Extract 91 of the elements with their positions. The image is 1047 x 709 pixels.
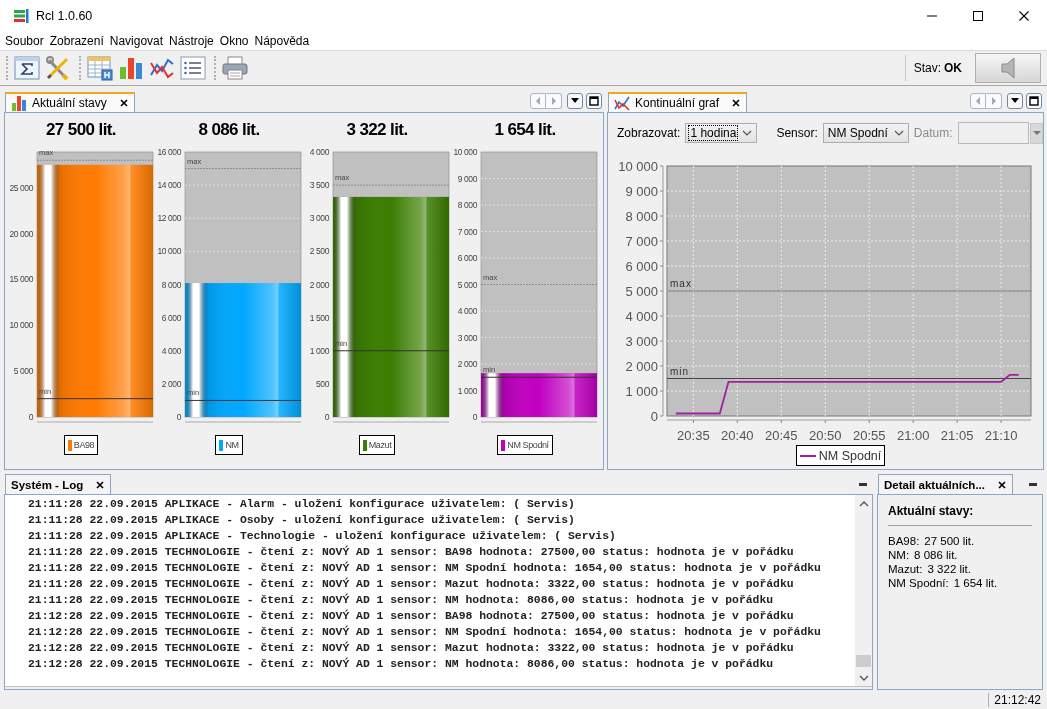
- log-line: 21:11:28 22.09.2015 APLIKACE - Technologie - uložení konfigurace uživatelem: ( Servis): [28, 529, 617, 544]
- log-line: 21:11:28 22.09.2015 TECHNOLOGIE - čtení z: NOVÝ AD 1 sensor: Mazut hodnota: 3322,00 status: hodnota je v pořádku: [28, 576, 795, 592]
- axis-label: 20 000: [9, 228, 33, 239]
- detail-label: NM:: [888, 548, 910, 562]
- axis-label: 10 000: [9, 320, 33, 331]
- chart-title: 3 322 lit.: [346, 119, 408, 141]
- axis-label: 3 000: [309, 213, 329, 224]
- axis-label: 0: [650, 409, 658, 424]
- axis-label: 1 000: [309, 345, 329, 356]
- axis-label: 7 000: [625, 234, 658, 249]
- log-line: 21:12:28 22.09.2015 TECHNOLOGIE - čtení z: NOVÝ AD 1 sensor: NM hodnota: 8086,00 status: hodnota je v pořádku: [28, 656, 775, 672]
- axis-label: 14 000: [157, 180, 181, 191]
- axis-label: 21:10: [984, 428, 1018, 443]
- chart-title: 1 654 lit.: [494, 119, 556, 141]
- detail-value: 27 500 lit.: [924, 534, 975, 548]
- axis-label: 3 000: [457, 332, 477, 343]
- axis-label: 20:40: [721, 428, 754, 443]
- window-title: Rcl 1.0.60: [36, 8, 94, 23]
- axis-label: 3 000: [625, 334, 658, 349]
- log-line: 21:11:28 22.09.2015 APLIKACE - Osoby - uložení konfigurace uživatelem: ( Servis): [28, 513, 576, 528]
- detail-label: BA98:: [888, 534, 920, 548]
- detail-value: 1 654 lit.: [953, 576, 998, 590]
- field-label: Zobrazovat:: [617, 126, 681, 140]
- axis-label: 0: [472, 412, 477, 422]
- section-heading: Aktuální stavy:: [888, 504, 975, 520]
- chart-title: 8 086 lit.: [198, 119, 260, 141]
- threshold-label: min: [670, 365, 690, 377]
- axis-label: 10 000: [453, 147, 477, 157]
- log-line: 21:12:28 22.09.2015 TECHNOLOGIE - čtení z: NOVÝ AD 1 sensor: Mazut hodnota: 3322,00 status: hodnota je v pořádku: [28, 640, 795, 656]
- status-text: Stav: OK: [904, 55, 970, 81]
- axis-label: 8 000: [457, 200, 477, 210]
- axis-label: 2 500: [309, 246, 329, 257]
- axis-label: 4 000: [457, 306, 477, 316]
- axis-label: 25 000: [9, 182, 33, 193]
- axis-label: 500: [316, 378, 329, 389]
- axis-label: 4 000: [161, 345, 181, 356]
- axis-label: 0: [176, 412, 181, 422]
- axis-label: 6 000: [457, 253, 477, 263]
- axis-label: 6 000: [625, 259, 658, 274]
- log-line: 21:11:28 22.09.2015 TECHNOLOGIE - čtení z: NOVÝ AD 1 sensor: NM Spodní hodnota: 1654,00 status: hodnota je v pořádku: [28, 560, 822, 576]
- detail-value: 3 322 lit.: [927, 562, 971, 576]
- axis-label: 21:05: [940, 428, 974, 443]
- legend-label: NM: [225, 440, 239, 450]
- axis-label: 8 000: [161, 279, 181, 290]
- log-line: 21:12:28 22.09.2015 TECHNOLOGIE - čtení z: NOVÝ AD 1 sensor: BA98 hodnota: 27500,00 status: hodnota je v pořádku: [28, 608, 795, 624]
- log-line: 21:11:28 22.09.2015 TECHNOLOGIE - čtení z: NOVÝ AD 1 sensor: BA98 hodnota: 27500,00 status: hodnota je v pořádku: [28, 544, 795, 560]
- axis-label: 3 500: [309, 180, 329, 191]
- axis-label: 2 000: [161, 378, 181, 389]
- axis-label: 0: [324, 412, 329, 422]
- axis-label: 2 000: [625, 359, 658, 374]
- log-line: 21:12:28 22.09.2015 TECHNOLOGIE - čtení z: NOVÝ AD 1 sensor: NM Spodní hodnota: 1654,00 status: hodnota je v pořádku: [28, 624, 822, 640]
- axis-label: 20:45: [765, 428, 798, 443]
- axis-label: 5 000: [625, 284, 658, 299]
- detail-value: 8 086 lit.: [914, 548, 958, 562]
- legend-label: NM Spodní: [507, 440, 549, 450]
- axis-label: 2 000: [309, 279, 329, 290]
- status-time: 21:12:42: [988, 692, 1041, 707]
- axis-label: 12 000: [157, 213, 181, 224]
- legend-label: BA98: [73, 440, 95, 450]
- axis-label: 7 000: [457, 226, 477, 237]
- axis-label: 5 000: [13, 366, 33, 377]
- log-line: 21:11:28 22.09.2015 APLIKACE - Alarm - uložení konfigurace uživatelem: ( Servis): [28, 497, 576, 512]
- legend-label: Mazut: [368, 440, 392, 450]
- axis-label: 0: [28, 412, 33, 422]
- axis-label: 9 000: [625, 184, 658, 199]
- axis-label: 21:00: [896, 428, 930, 443]
- axis-label: 8 000: [625, 209, 658, 224]
- axis-label: 4 000: [625, 309, 658, 324]
- axis-label: 10 000: [618, 159, 658, 174]
- threshold-label: max: [670, 278, 692, 289]
- axis-label: 15 000: [9, 274, 33, 285]
- axis-label: 4 000: [309, 147, 329, 157]
- log-line: 21:11:28 22.09.2015 TECHNOLOGIE - čtení z: NOVÝ AD 1 sensor: NM hodnota: 8086,00 status: hodnota je v pořádku: [28, 592, 775, 608]
- axis-label: 10 000: [157, 246, 181, 257]
- field-label: Datum:: [913, 126, 953, 140]
- axis-label: 1 000: [457, 385, 477, 396]
- axis-label: 9 000: [457, 173, 477, 184]
- axis-label: 6 000: [161, 312, 181, 323]
- legend-label: NM Spodní: [818, 448, 882, 463]
- axis-label: 20:55: [852, 428, 886, 443]
- axis-label: 2 000: [457, 359, 477, 369]
- chart-title: 27 500 lit.: [46, 119, 116, 141]
- field-label: Sensor:: [776, 126, 818, 140]
- axis-label: 20:50: [809, 428, 842, 443]
- axis-label: 20:35: [677, 428, 710, 443]
- axis-label: 5 000: [457, 279, 477, 290]
- detail-label: Mazut:: [888, 562, 923, 576]
- axis-label: 16 000: [157, 147, 181, 157]
- axis-label: 1 500: [309, 312, 329, 323]
- axis-label: 1 000: [625, 384, 658, 399]
- detail-label: NM Spodní:: [888, 576, 949, 590]
